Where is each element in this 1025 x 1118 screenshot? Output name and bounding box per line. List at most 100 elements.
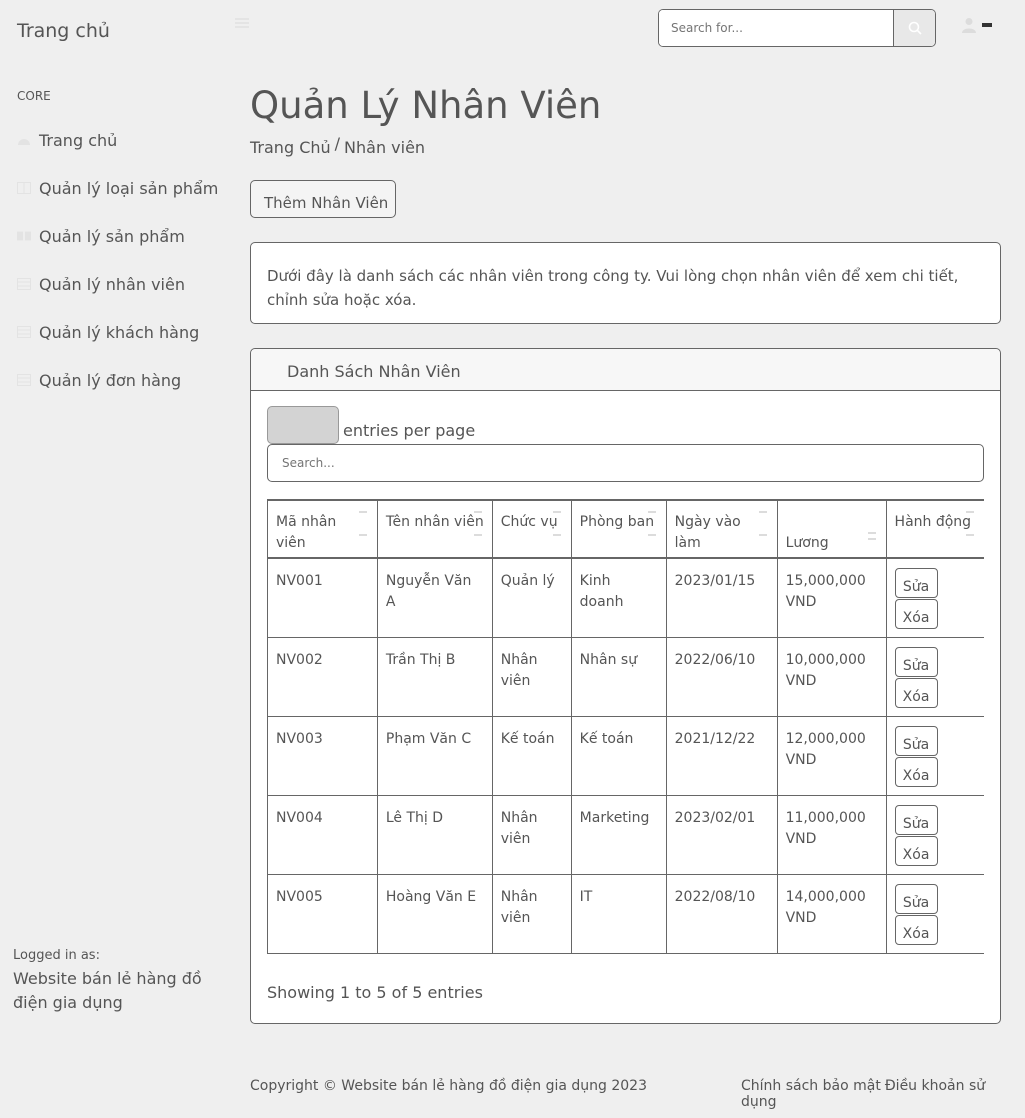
table-row: NV001 Nguyễn Văn A Quản lý Kinh doanh 20… bbox=[267, 558, 984, 638]
privacy-policy-link[interactable]: Chính sách bảo mật bbox=[741, 1078, 881, 1094]
breadcrumb-current: Nhân viên bbox=[344, 138, 426, 157]
sidebar-item-label: Quản lý khách hàng bbox=[39, 322, 200, 342]
card-title: Danh Sách Nhân Viên bbox=[251, 349, 1000, 391]
cell-department: Nhân sự bbox=[570, 637, 667, 717]
column-header[interactable]: Chức vụ bbox=[491, 499, 572, 559]
sort-icon bbox=[758, 511, 767, 557]
add-employee-button[interactable]: Thêm Nhân Viên bbox=[250, 180, 396, 218]
entries-per-page-select[interactable] bbox=[267, 406, 339, 444]
breadcrumb: Trang Chủ / Nhân viên bbox=[250, 134, 426, 157]
cell-id: NV004 bbox=[267, 795, 378, 875]
cell-name: Hoàng Văn E bbox=[376, 874, 493, 954]
table-row: NV003 Phạm Văn C Kế toán Kế toán 2021/12… bbox=[267, 716, 984, 796]
cell-id: NV005 bbox=[267, 874, 378, 954]
cell-salary: 12,000,000 VND bbox=[776, 716, 887, 796]
cell-id: NV002 bbox=[267, 637, 378, 717]
sidebar-item-employees[interactable]: Quản lý nhân viên bbox=[17, 260, 227, 308]
column-header[interactable]: Mã nhân viên bbox=[267, 499, 378, 559]
cell-start-date: 2023/02/01 bbox=[665, 795, 778, 875]
cell-name: Trần Thị B bbox=[376, 637, 493, 717]
edit-button[interactable]: Sửa bbox=[894, 725, 938, 756]
cell-department: IT bbox=[570, 874, 667, 954]
top-search-form bbox=[658, 9, 936, 47]
table-row: NV004 Lê Thị D Nhân viên Marketing 2023/… bbox=[267, 795, 984, 875]
sort-icon bbox=[647, 511, 656, 557]
sidebar-item-product-categories[interactable]: Quản lý loại sản phẩm bbox=[17, 164, 227, 212]
sort-icon bbox=[552, 511, 561, 557]
logged-in-label: Logged in as: bbox=[13, 948, 100, 963]
sort-icon bbox=[358, 511, 367, 557]
user-menu-toggle[interactable] bbox=[962, 17, 992, 33]
delete-button[interactable]: Xóa bbox=[894, 677, 938, 708]
cell-position: Nhân viên bbox=[491, 637, 572, 717]
cell-id: NV003 bbox=[267, 716, 378, 796]
cell-start-date: 2022/06/10 bbox=[665, 637, 778, 717]
entries-per-page-label: entries per page bbox=[343, 421, 476, 440]
column-header-label: Phòng ban bbox=[579, 514, 655, 530]
sidebar-item-label: Trang chủ bbox=[39, 130, 118, 150]
cell-salary: 14,000,000 VND bbox=[776, 874, 887, 954]
column-header[interactable]: Ngày vào làm bbox=[665, 499, 778, 559]
cell-position: Nhân viên bbox=[491, 874, 572, 954]
entries-per-page: entries per page bbox=[267, 406, 475, 444]
tachometer-icon bbox=[17, 133, 31, 147]
employee-list-card: Danh Sách Nhân Viên entries per page Mã … bbox=[250, 348, 1001, 1024]
table-icon bbox=[17, 373, 31, 387]
footer-links: Chính sách bảo mật Điều khoản sử dụng bbox=[741, 1078, 1025, 1110]
cell-salary: 15,000,000 VND bbox=[776, 558, 887, 638]
breadcrumb-separator: / bbox=[334, 134, 341, 153]
column-header-label: Chức vụ bbox=[500, 514, 558, 530]
column-header[interactable]: Tên nhân viên bbox=[376, 499, 493, 559]
delete-button[interactable]: Xóa bbox=[894, 599, 938, 629]
top-search-button[interactable] bbox=[893, 10, 935, 46]
cell-salary: 10,000,000 VND bbox=[776, 637, 887, 717]
delete-button[interactable]: Xóa bbox=[894, 835, 938, 866]
page-title: Quản Lý Nhân Viên bbox=[250, 84, 602, 127]
sidebar-toggle-button[interactable] bbox=[235, 16, 249, 30]
cell-position: Quản lý bbox=[491, 558, 572, 638]
cell-actions: Sửa Xóa bbox=[885, 874, 984, 954]
column-header-label: Mã nhân viên bbox=[276, 514, 337, 551]
table-search-input[interactable] bbox=[280, 455, 983, 471]
sort-icon bbox=[473, 511, 482, 557]
column-header[interactable]: Hành động bbox=[885, 499, 984, 559]
sidebar-item-label: Quản lý sản phẩm bbox=[39, 226, 185, 246]
cell-department: Kế toán bbox=[570, 716, 667, 796]
cell-salary: 11,000,000 VND bbox=[776, 795, 887, 875]
cell-name: Lê Thị D bbox=[376, 795, 493, 875]
sidebar-nav: Trang chủ Quản lý loại sản phẩm Quản lý … bbox=[17, 116, 227, 404]
sidebar-footer: Logged in as: Website bán lẻ hàng đồ điệ… bbox=[13, 948, 223, 1015]
employee-table: Mã nhân viên Tên nhân viên Chức vụ Phòng… bbox=[267, 499, 984, 954]
sidebar-item-home[interactable]: Trang chủ bbox=[17, 116, 227, 164]
cell-start-date: 2021/12/22 bbox=[665, 716, 778, 796]
cell-id: NV001 bbox=[267, 558, 378, 638]
cell-position: Kế toán bbox=[491, 716, 572, 796]
top-search-input[interactable] bbox=[659, 10, 893, 46]
sidebar-heading: CORE bbox=[17, 89, 51, 103]
sidebar-item-customers[interactable]: Quản lý khách hàng bbox=[17, 308, 227, 356]
table-search-box bbox=[267, 444, 984, 482]
breadcrumb-home-link[interactable]: Trang Chủ bbox=[250, 138, 331, 157]
cell-actions: Sửa Xóa bbox=[885, 795, 984, 875]
delete-button[interactable]: Xóa bbox=[894, 914, 938, 945]
table-header-row: Mã nhân viên Tên nhân viên Chức vụ Phòng… bbox=[267, 499, 984, 561]
column-header[interactable]: Phòng ban bbox=[570, 499, 667, 559]
delete-button[interactable]: Xóa bbox=[894, 756, 938, 787]
sidebar-item-orders[interactable]: Quản lý đơn hàng bbox=[17, 356, 227, 404]
sort-icon bbox=[867, 532, 876, 561]
edit-button[interactable]: Sửa bbox=[894, 804, 938, 835]
cell-department: Kinh doanh bbox=[570, 558, 667, 638]
sidebar-item-products[interactable]: Quản lý sản phẩm bbox=[17, 212, 227, 260]
cell-name: Nguyễn Văn A bbox=[376, 558, 493, 638]
edit-button[interactable]: Sửa bbox=[894, 883, 938, 914]
cell-department: Marketing bbox=[570, 795, 667, 875]
column-header-label: Hành động bbox=[894, 514, 972, 530]
book-open-icon bbox=[17, 229, 31, 243]
edit-button[interactable]: Sửa bbox=[894, 646, 938, 677]
table-row: NV005 Hoàng Văn E Nhân viên IT 2022/08/1… bbox=[267, 874, 984, 954]
column-header[interactable]: Lương bbox=[776, 499, 887, 561]
edit-button[interactable]: Sửa bbox=[894, 568, 938, 598]
info-box: Dưới đây là danh sách các nhân viên tron… bbox=[250, 242, 1001, 324]
cell-actions: Sửa Xóa bbox=[885, 558, 984, 638]
brand-link[interactable]: Trang chủ bbox=[17, 20, 110, 42]
